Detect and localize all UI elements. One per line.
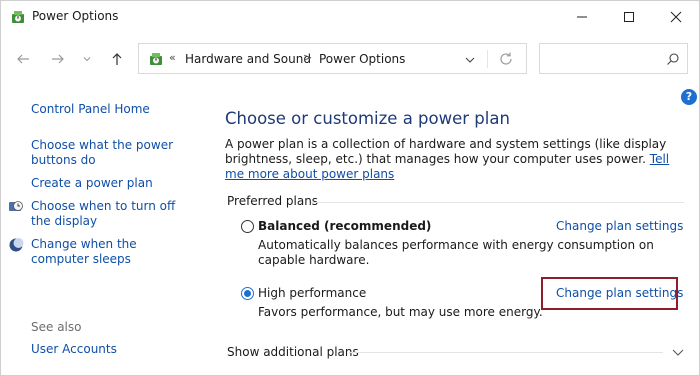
breadcrumb-hardware-and-sound[interactable]: Hardware and Sound xyxy=(185,52,311,66)
balanced-change-settings-link[interactable]: Change plan settings xyxy=(556,219,683,233)
balanced-plan-description: Automatically balances performance with … xyxy=(258,238,654,267)
address-divider xyxy=(487,50,488,68)
minimize-button[interactable] xyxy=(559,1,605,33)
page-title: Choose or customize a power plan xyxy=(225,109,510,128)
preferred-plans-divider xyxy=(311,202,684,203)
maximize-icon xyxy=(624,12,634,22)
additional-plans-divider xyxy=(349,352,663,353)
address-bar[interactable]: « Hardware and Sound > Power Options xyxy=(138,43,527,74)
breadcrumb-overflow[interactable]: « xyxy=(169,51,176,64)
power-options-icon xyxy=(150,53,162,65)
window-title: Power Options xyxy=(32,9,119,23)
maximize-button[interactable] xyxy=(606,1,652,33)
sidebar-item-power-buttons[interactable]: Choose what the power buttons do xyxy=(31,138,191,168)
high-performance-plan-description: Favors performance, but may use more ene… xyxy=(258,305,543,319)
chevron-down-icon xyxy=(83,57,91,62)
sidebar-item-create-plan[interactable]: Create a power plan xyxy=(31,176,153,191)
search-box[interactable] xyxy=(539,43,688,74)
plan-description: A power plan is a collection of hardware… xyxy=(225,137,685,182)
recent-locations-button[interactable] xyxy=(77,47,97,71)
balanced-radio[interactable] xyxy=(241,220,254,233)
high-performance-change-settings-link[interactable]: Change plan settings xyxy=(556,286,683,300)
arrow-left-icon xyxy=(17,54,29,64)
breadcrumb-separator[interactable]: > xyxy=(303,51,312,64)
balanced-plan-name[interactable]: Balanced (recommended) xyxy=(258,219,431,233)
see-also-user-accounts[interactable]: User Accounts xyxy=(31,342,117,357)
up-button[interactable] xyxy=(105,47,129,71)
arrow-up-icon xyxy=(112,53,122,65)
power-options-icon xyxy=(12,11,24,23)
search-icon xyxy=(667,53,679,65)
see-also-heading: See also xyxy=(31,320,82,334)
sidebar-item-sleep[interactable]: Change when the computer sleeps xyxy=(31,237,191,267)
sidebar-item-display-off[interactable]: Choose when to turn off the display xyxy=(31,199,191,229)
sidebar-item-control-panel-home[interactable]: Control Panel Home xyxy=(31,102,150,117)
close-icon xyxy=(670,11,682,23)
minimize-icon xyxy=(577,16,587,18)
chevron-down-icon[interactable] xyxy=(463,53,477,67)
breadcrumb-power-options[interactable]: Power Options xyxy=(319,52,405,66)
display-timer-icon xyxy=(9,201,23,211)
description-text: A power plan is a collection of hardware… xyxy=(225,137,667,166)
show-additional-plans[interactable]: Show additional plans xyxy=(227,345,359,359)
help-button[interactable]: ? xyxy=(681,89,697,105)
sleep-moon-icon xyxy=(9,238,24,252)
power-options-window: Power Options « Hardware and Sound > Pow… xyxy=(0,0,700,376)
preferred-plans-label: Preferred plans xyxy=(227,194,319,208)
chevron-down-icon[interactable] xyxy=(671,345,685,359)
close-button[interactable] xyxy=(653,1,699,33)
high-performance-radio[interactable] xyxy=(241,287,254,300)
back-button[interactable] xyxy=(11,47,35,71)
title-bar: Power Options xyxy=(1,1,699,33)
arrow-right-icon xyxy=(52,54,64,64)
forward-button[interactable] xyxy=(46,47,70,71)
refresh-icon[interactable] xyxy=(497,50,515,68)
high-performance-plan-name[interactable]: High performance xyxy=(258,286,366,300)
